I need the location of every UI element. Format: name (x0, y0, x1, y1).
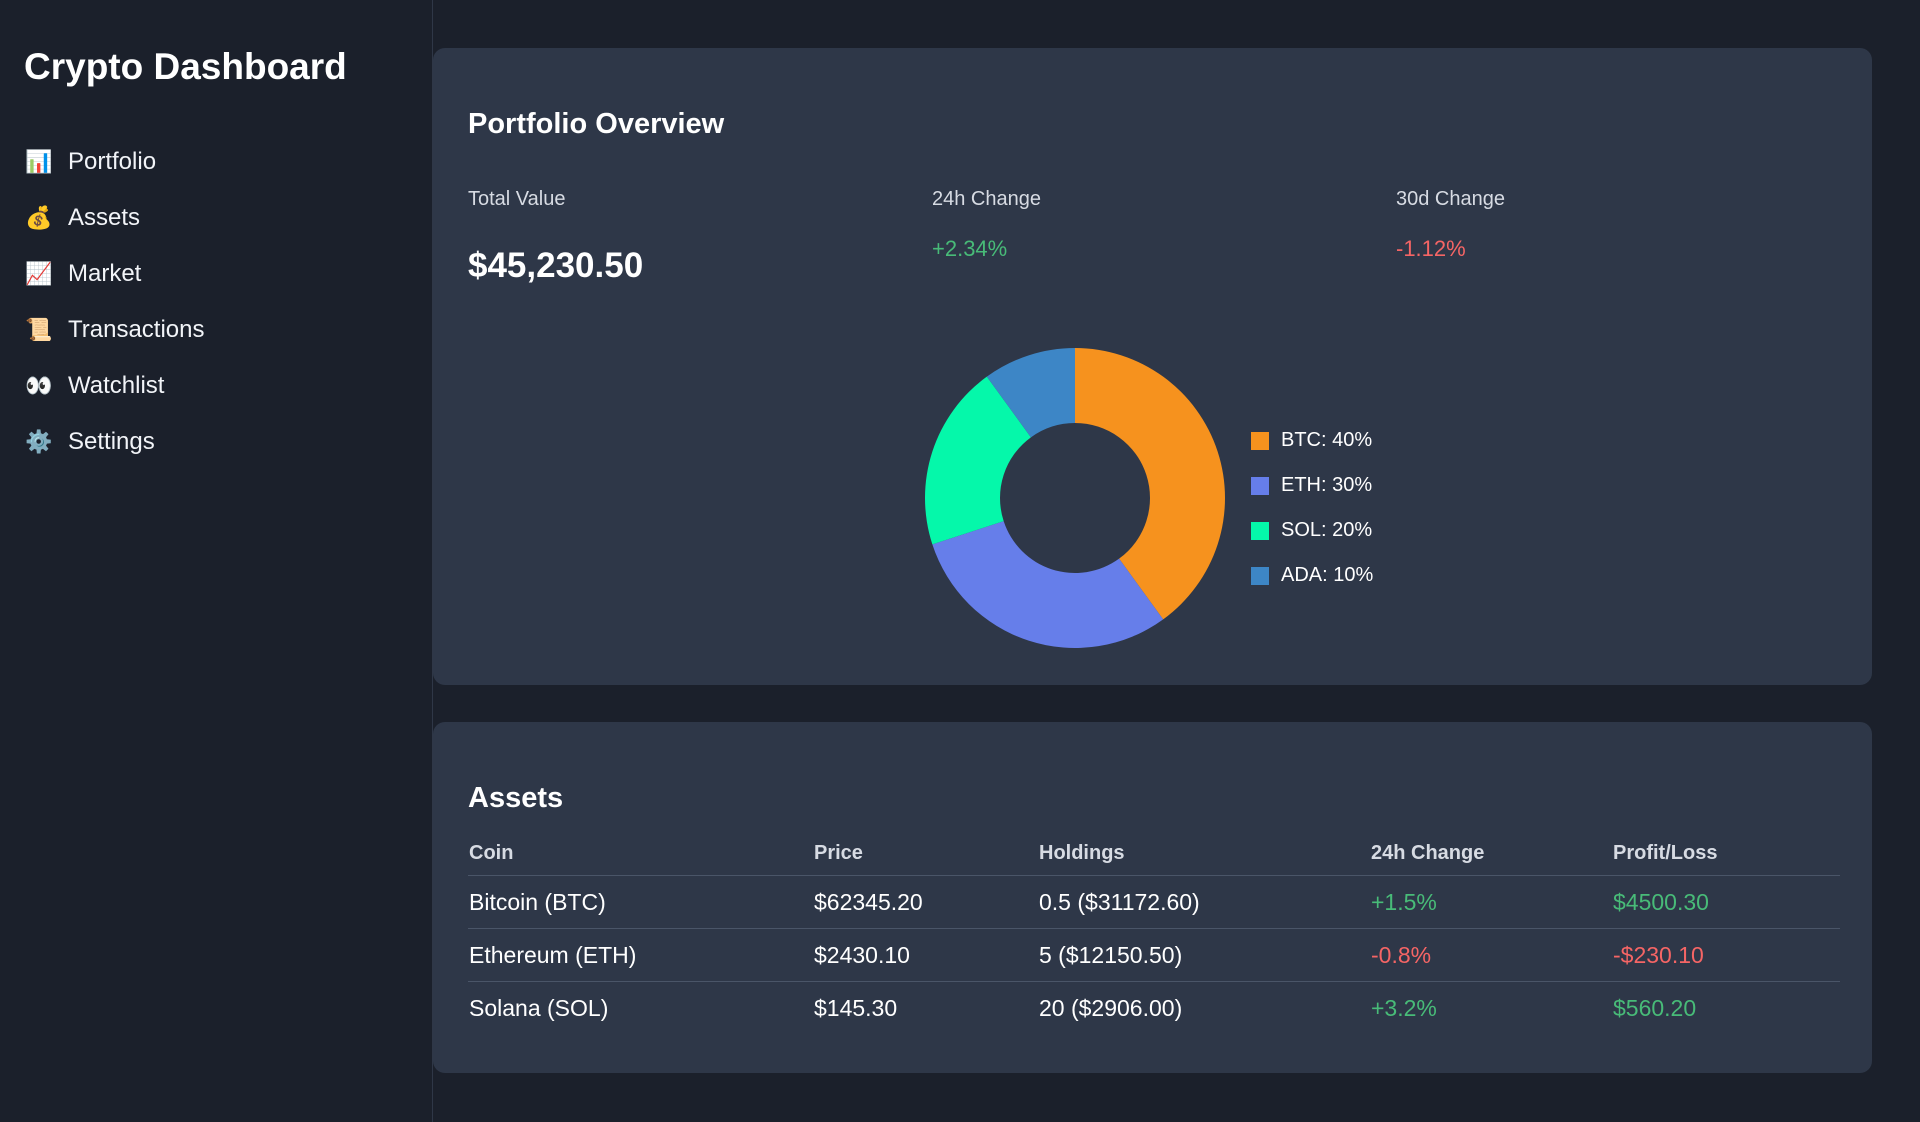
donut-svg (925, 348, 1225, 648)
sidebar: Crypto Dashboard 📊 Portfolio 💰 Assets 📈 … (0, 0, 433, 1122)
cell-24h-change: +1.5% (1371, 888, 1437, 915)
legend-item-sol: SOL: 20% (1251, 508, 1373, 553)
column-header-24h-change[interactable]: 24h Change (1371, 842, 1613, 865)
sidebar-item-label: Assets (68, 204, 141, 231)
legend-item-ada: ADA: 10% (1251, 553, 1373, 598)
total-value: $45,230.50 (468, 246, 644, 285)
gear-icon: ⚙️ (25, 429, 53, 454)
legend-swatch-btc (1251, 431, 1269, 450)
sidebar-item-label: Market (68, 260, 142, 287)
sidebar-item-portfolio[interactable]: 📊 Portfolio (24, 134, 205, 190)
table-row[interactable]: Bitcoin (BTC) $62345.20 0.5 ($31172.60) … (468, 876, 1840, 929)
cell-profit-loss: $560.20 (1613, 995, 1697, 1021)
column-header-profit-loss[interactable]: Profit/Loss (1613, 842, 1840, 865)
legend-label: BTC: 40% (1281, 429, 1373, 451)
eyes-icon: 👀 (25, 373, 53, 398)
sidebar-nav: 📊 Portfolio 💰 Assets 📈 Market 📜 Transact… (24, 134, 205, 470)
overview-title: Portfolio Overview (468, 108, 725, 140)
legend-item-eth: ETH: 30% (1251, 463, 1373, 508)
app-title: Crypto Dashboard (24, 46, 347, 87)
cell-holdings: 0.5 ($31172.60) (1039, 888, 1200, 915)
legend-label: SOL: 20% (1281, 519, 1373, 541)
cell-coin: Solana (SOL) (469, 995, 609, 1021)
sidebar-item-label: Watchlist (68, 372, 165, 399)
cell-price: $2430.10 (814, 941, 910, 968)
change-24h-label: 24h Change (932, 188, 1041, 210)
table-row[interactable]: Solana (SOL) $145.30 20 ($2906.00) +3.2%… (468, 982, 1840, 1035)
cell-profit-loss: -$230.10 (1613, 941, 1704, 968)
sidebar-item-watchlist[interactable]: 👀 Watchlist (24, 358, 205, 414)
change-30d-value: -1.12% (1396, 236, 1466, 261)
table-header: Coin Price Holdings 24h Change Profit/Lo… (468, 832, 1840, 876)
sidebar-item-market[interactable]: 📈 Market (24, 246, 205, 302)
total-value-label: Total Value (468, 188, 566, 210)
portfolio-overview-card: Portfolio Overview Total Value $45,230.5… (433, 48, 1872, 685)
trend-up-icon: 📈 (25, 261, 53, 286)
sidebar-item-label: Portfolio (68, 148, 157, 175)
cell-profit-loss: $4500.30 (1613, 888, 1709, 915)
cell-24h-change: -0.8% (1371, 941, 1432, 968)
column-header-price[interactable]: Price (814, 842, 1039, 865)
cell-24h-change: +3.2% (1371, 995, 1437, 1021)
sidebar-item-transactions[interactable]: 📜 Transactions (24, 302, 205, 358)
assets-table: Coin Price Holdings 24h Change Profit/Lo… (468, 832, 1840, 1035)
sidebar-item-settings[interactable]: ⚙️ Settings (24, 414, 205, 470)
cell-price: $62345.20 (814, 888, 923, 915)
sidebar-item-label: Settings (68, 428, 155, 455)
assets-title: Assets (468, 782, 564, 814)
legend-swatch-sol (1251, 521, 1269, 540)
cell-holdings: 20 ($2906.00) (1039, 995, 1183, 1021)
allocation-donut-chart (923, 346, 1227, 650)
cell-holdings: 5 ($12150.50) (1039, 941, 1183, 968)
change-24h-value: +2.34% (932, 236, 1008, 261)
legend-label: ADA: 10% (1281, 564, 1374, 586)
assets-card: Assets Coin Price Holdings 24h Change Pr… (433, 722, 1872, 1073)
legend-swatch-eth (1251, 476, 1269, 495)
column-header-coin[interactable]: Coin (468, 842, 814, 865)
cell-coin: Bitcoin (BTC) (469, 888, 606, 915)
donut-slice-eth[interactable] (932, 521, 1164, 648)
money-bag-icon: 💰 (25, 205, 53, 230)
legend-swatch-ada (1251, 566, 1269, 585)
scroll-icon: 📜 (25, 317, 53, 342)
cell-price: $145.30 (814, 995, 898, 1021)
column-header-holdings[interactable]: Holdings (1039, 842, 1371, 865)
legend-label: ETH: 30% (1281, 474, 1373, 496)
table-row[interactable]: Ethereum (ETH) $2430.10 5 ($12150.50) -0… (468, 929, 1840, 982)
cell-coin: Ethereum (ETH) (469, 941, 637, 968)
legend-item-btc: BTC: 40% (1251, 418, 1373, 463)
bar-chart-icon: 📊 (25, 149, 53, 174)
change-30d-label: 30d Change (1396, 188, 1505, 210)
chart-legend: BTC: 40% ETH: 30% SOL: 20% ADA: 10% (1251, 418, 1373, 598)
sidebar-item-assets[interactable]: 💰 Assets (24, 190, 205, 246)
sidebar-item-label: Transactions (68, 316, 205, 343)
